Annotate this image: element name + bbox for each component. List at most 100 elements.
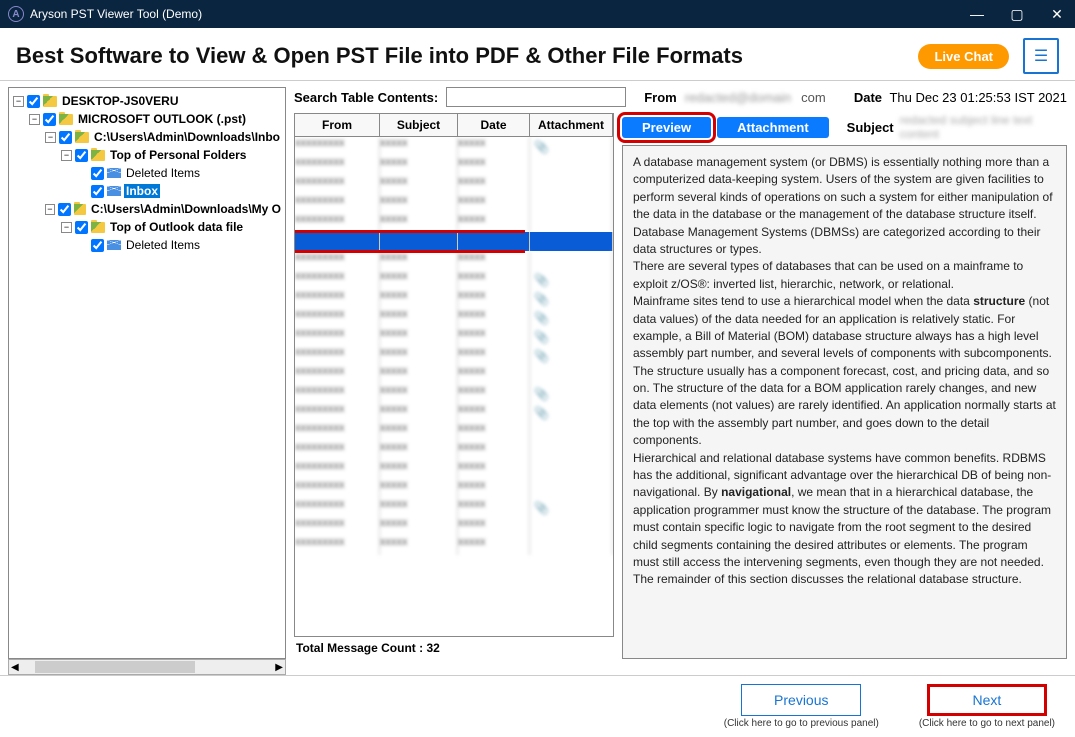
attachment-icon: 📎 [534, 387, 546, 401]
from-value: redacted@domain [685, 90, 791, 105]
folder-icon [91, 150, 105, 161]
window-controls: — ▢ ✕ [967, 6, 1067, 23]
close-button[interactable]: ✕ [1047, 6, 1067, 23]
previous-button[interactable]: Previous [741, 684, 861, 716]
table-row[interactable]: xxxxxxxxxxxxxxxxxxx [295, 517, 613, 536]
date-group: Date Thu Dec 23 01:25:53 IST 2021 [854, 90, 1067, 105]
next-group: Next (Click here to go to next panel) [919, 684, 1055, 729]
search-input[interactable] [446, 87, 626, 107]
footer-nav: Previous (Click here to go to previous p… [0, 675, 1075, 737]
table-row-selected[interactable] [295, 232, 613, 251]
col-attachment[interactable]: Attachment [530, 114, 613, 136]
attachment-icon: 📎 [534, 292, 546, 306]
expand-toggle[interactable]: − [45, 132, 56, 143]
preview-text: There are several types of databases tha… [633, 259, 1023, 290]
table-row[interactable]: xxxxxxxxxxxxxxxxxxx📎 [295, 308, 613, 327]
expand-toggle[interactable]: − [13, 96, 24, 107]
preview-text-bold: navigational [721, 485, 791, 499]
tab-attachment[interactable]: Attachment [717, 117, 829, 138]
folder-icon [74, 204, 86, 215]
table-row[interactable]: xxxxxxxxxxxxxxxxxxx📎 [295, 498, 613, 517]
folder-icon [43, 96, 57, 107]
expand-toggle[interactable]: − [45, 204, 55, 215]
table-row[interactable]: xxxxxxxxxxxxxxxxxxx📎 [295, 327, 613, 346]
preview-text: (not data values) of the data needed for… [633, 294, 1056, 447]
table-row[interactable]: xxxxxxxxxxxxxxxxxxx [295, 194, 613, 213]
mail-folder-icon [107, 186, 121, 196]
tree-checkbox[interactable] [59, 131, 72, 144]
preview-panel: Preview Attachment Subject redacted subj… [622, 113, 1067, 659]
date-label: Date [854, 90, 882, 105]
table-row[interactable]: xxxxxxxxxxxxxxxxxxx📎 [295, 137, 613, 156]
attachment-icon: 📎 [534, 501, 546, 515]
title-bar: A Aryson PST Viewer Tool (Demo) — ▢ ✕ [0, 0, 1075, 28]
app-logo-icon: A [8, 6, 24, 22]
preview-text-bold: structure [973, 294, 1025, 308]
tree-checkbox[interactable] [27, 95, 40, 108]
table-row[interactable]: xxxxxxxxxxxxxxxxxxx [295, 422, 613, 441]
attachment-icon: 📎 [534, 406, 546, 420]
table-body[interactable]: xxxxxxxxxxxxxxxxxxx📎 xxxxxxxxxxxxxxxxxxx… [294, 137, 614, 637]
mail-folder-icon [107, 240, 121, 250]
tree-item-deleted[interactable]: Deleted Items [124, 166, 202, 180]
attachment-icon: 📎 [534, 349, 546, 363]
message-count: Total Message Count : 32 [294, 637, 614, 659]
scrollbar-thumb[interactable] [35, 661, 195, 673]
table-row[interactable]: xxxxxxxxxxxxxxxxxxx [295, 479, 613, 498]
next-button[interactable]: Next [927, 684, 1047, 716]
tree-checkbox[interactable] [75, 149, 88, 162]
tree-root[interactable]: DESKTOP-JS0VERU [60, 94, 180, 108]
tree-checkbox[interactable] [91, 167, 104, 180]
table-row[interactable]: xxxxxxxxxxxxxxxxxxx📎 [295, 403, 613, 422]
tree-item-deleted[interactable]: Deleted Items [124, 238, 202, 252]
tree-item[interactable]: MICROSOFT OUTLOOK (.pst) [76, 112, 248, 126]
scroll-right-icon[interactable]: ▶ [273, 662, 285, 673]
minimize-button[interactable]: — [967, 6, 987, 23]
col-date[interactable]: Date [458, 114, 530, 136]
table-row[interactable]: xxxxxxxxxxxxxxxxxxx [295, 536, 613, 555]
expand-toggle[interactable]: − [61, 222, 72, 233]
tree-checkbox[interactable] [75, 221, 88, 234]
tree-checkbox[interactable] [91, 185, 104, 198]
folder-tree[interactable]: − DESKTOP-JS0VERU − MICROSOFT OUTLOOK (.… [8, 87, 286, 659]
tree-item[interactable]: C:\Users\Admin\Downloads\My O [89, 202, 283, 216]
tree-checkbox[interactable] [91, 239, 104, 252]
table-row[interactable]: xxxxxxxxxxxxxxxxxxx [295, 156, 613, 175]
table-row[interactable]: xxxxxxxxxxxxxxxxxxx📎 [295, 346, 613, 365]
table-row[interactable]: xxxxxxxxxxxxxxxxxxx [295, 175, 613, 194]
table-row[interactable]: xxxxxxxxxxxxxxxxxxx [295, 441, 613, 460]
scroll-left-icon[interactable]: ◀ [9, 662, 21, 673]
preview-text: A database management system (or DBMS) i… [633, 155, 1053, 256]
tree-item-inbox[interactable]: Inbox [124, 184, 160, 198]
table-row[interactable]: xxxxxxxxxxxxxxxxxxx📎 [295, 289, 613, 308]
expand-toggle[interactable]: − [61, 150, 72, 161]
from-label: From [644, 90, 677, 105]
table-row[interactable]: xxxxxxxxxxxxxxxxxxx📎 [295, 270, 613, 289]
live-chat-button[interactable]: Live Chat [918, 44, 1009, 69]
hamburger-menu-button[interactable]: ☰ [1023, 38, 1059, 74]
tree-item[interactable]: Top of Outlook data file [108, 220, 245, 234]
hamburger-icon: ☰ [1034, 46, 1048, 66]
expand-toggle [77, 186, 88, 197]
table-row[interactable]: xxxxxxxxxxxxxxxxxxx [295, 251, 613, 270]
from-suffix: com [801, 90, 826, 105]
tab-preview[interactable]: Preview [622, 117, 711, 138]
window-title: Aryson PST Viewer Tool (Demo) [30, 7, 202, 21]
col-from[interactable]: From [295, 114, 380, 136]
preview-tabs: Preview Attachment Subject redacted subj… [622, 113, 1067, 141]
content-row: From Subject Date Attachment xxxxxxxxxxx… [294, 113, 1067, 659]
table-row[interactable]: xxxxxxxxxxxxxxxxxxx📎 [295, 384, 613, 403]
table-row[interactable]: xxxxxxxxxxxxxxxxxxx [295, 365, 613, 384]
tree-item[interactable]: Top of Personal Folders [108, 148, 248, 162]
col-subject[interactable]: Subject [380, 114, 458, 136]
expand-toggle[interactable]: − [29, 114, 40, 125]
attachment-icon: 📎 [534, 311, 546, 325]
tree-horizontal-scrollbar[interactable]: ◀ ▶ [8, 659, 286, 675]
tree-checkbox[interactable] [43, 113, 56, 126]
maximize-button[interactable]: ▢ [1007, 6, 1027, 23]
table-row[interactable]: xxxxxxxxxxxxxxxxxxx [295, 460, 613, 479]
tree-checkbox[interactable] [58, 203, 71, 216]
expand-toggle [77, 240, 88, 251]
tree-item[interactable]: C:\Users\Admin\Downloads\Inbo [92, 130, 282, 144]
preview-body[interactable]: A database management system (or DBMS) i… [622, 145, 1067, 659]
